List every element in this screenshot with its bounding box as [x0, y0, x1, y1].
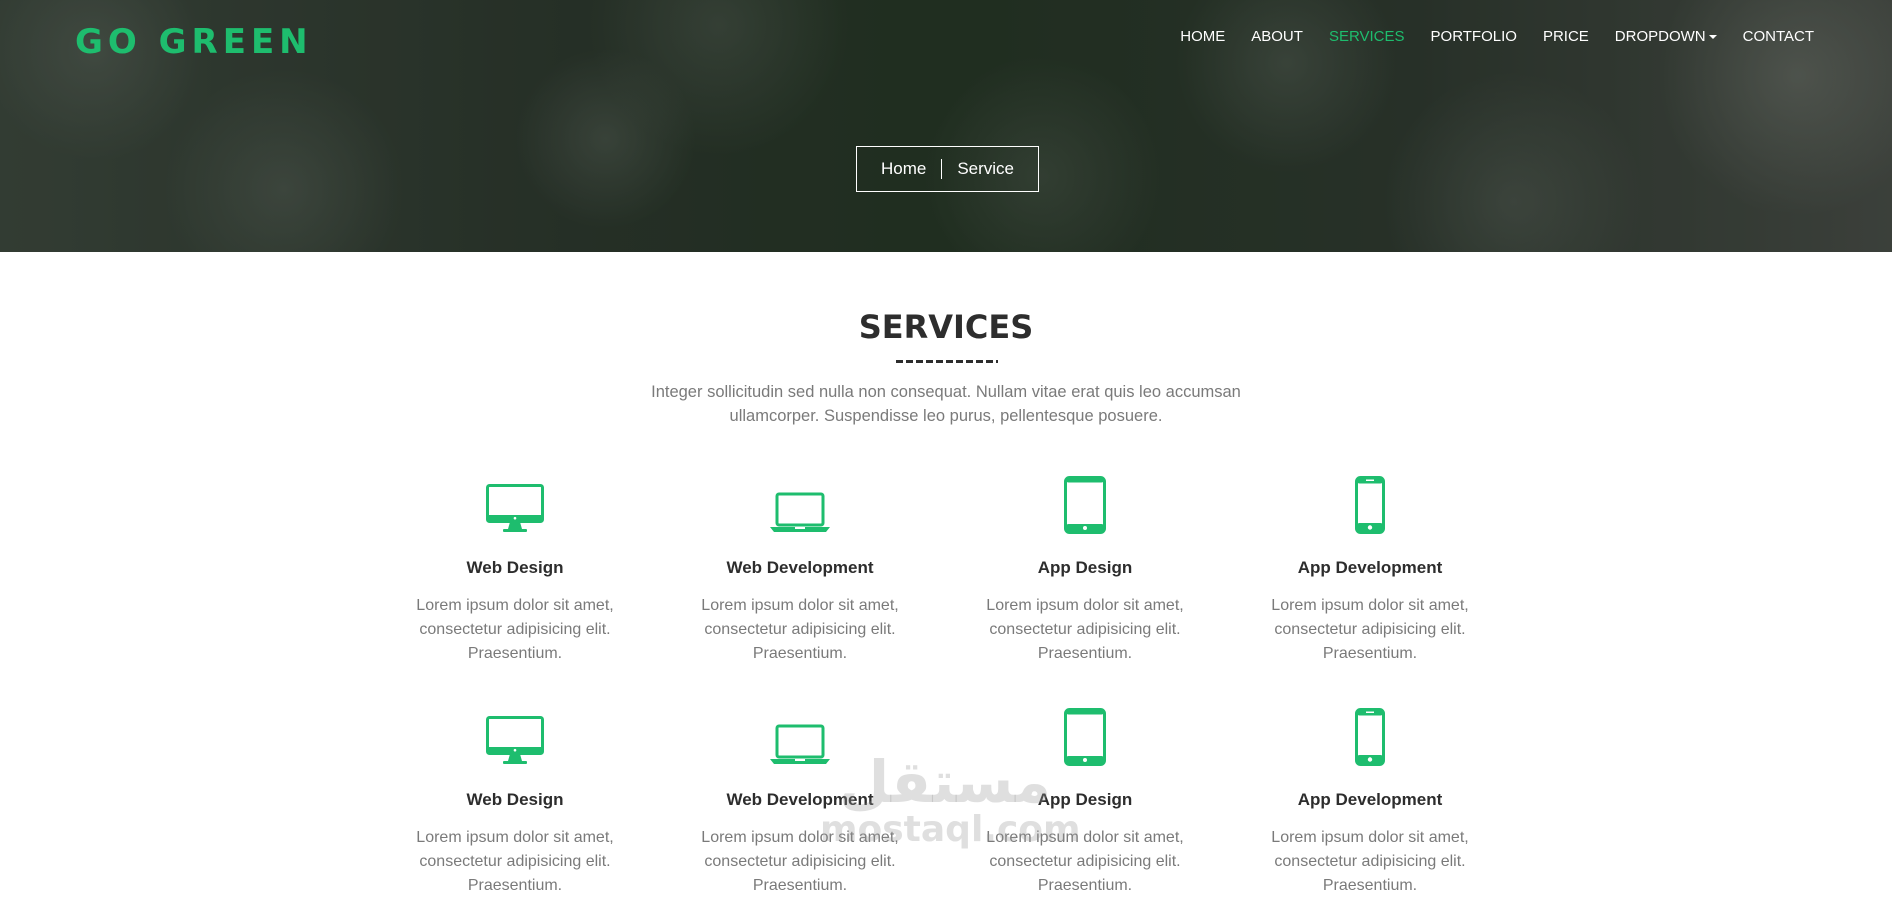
desktop-icon: [395, 706, 635, 766]
service-text: Lorem ipsum dolor sit amet, consectetur …: [1271, 597, 1469, 662]
service-card: App Design Lorem ipsum dolor sit amet, c…: [965, 474, 1205, 666]
service-title: App Design: [1037, 790, 1133, 809]
breadcrumb-current: Service: [957, 159, 1015, 178]
service-title: Web Design: [466, 790, 564, 809]
services-grid: Web Design Lorem ipsum dolor sit amet, c…: [395, 474, 1535, 898]
service-text: Lorem ipsum dolor sit amet, consectetur …: [701, 597, 899, 662]
service-card: App Development Lorem ipsum dolor sit am…: [1250, 474, 1490, 666]
mobile-icon: [1250, 706, 1490, 766]
nav-portfolio[interactable]: PORTFOLIO: [1431, 28, 1517, 45]
nav-home[interactable]: HOME: [1180, 28, 1225, 45]
nav-price[interactable]: PRICE: [1543, 28, 1589, 45]
service-card: Web Development Lorem ipsum dolor sit am…: [680, 706, 920, 898]
section-title: SERVICES: [858, 308, 1034, 346]
service-title: Web Design: [466, 558, 564, 577]
title-underline: [896, 360, 998, 363]
desktop-icon: [395, 474, 635, 534]
nav-about[interactable]: ABOUT: [1251, 28, 1303, 45]
service-text: Lorem ipsum dolor sit amet, consectetur …: [416, 597, 614, 662]
service-card: Web Design Lorem ipsum dolor sit amet, c…: [395, 706, 635, 898]
service-card: App Design Lorem ipsum dolor sit amet, c…: [965, 706, 1205, 898]
nav-services[interactable]: SERVICES: [1329, 28, 1405, 45]
laptop-icon: [680, 706, 920, 766]
caret-down-icon: [1708, 35, 1717, 40]
service-text: Lorem ipsum dolor sit amet, consectetur …: [986, 829, 1184, 894]
service-title: Web Development: [726, 558, 874, 577]
breadcrumb-divider: [941, 159, 943, 179]
service-title: App Development: [1297, 558, 1443, 577]
breadcrumb-home[interactable]: Home: [881, 159, 926, 179]
service-card: Web Development Lorem ipsum dolor sit am…: [680, 474, 920, 666]
tablet-icon: [965, 474, 1205, 534]
service-text: Lorem ipsum dolor sit amet, consectetur …: [986, 597, 1184, 662]
site-logo[interactable]: GO GREEN: [75, 22, 313, 62]
main-nav: HOME ABOUT SERVICES PORTFOLIO PRICE DROP…: [1180, 28, 1814, 45]
tablet-icon: [965, 706, 1205, 766]
service-card: Web Design Lorem ipsum dolor sit amet, c…: [395, 474, 635, 666]
hero-banner: GO GREEN HOME ABOUT SERVICES PORTFOLIO P…: [0, 0, 1892, 252]
breadcrumb: Home Service: [856, 146, 1039, 192]
service-title: App Development: [1297, 790, 1443, 809]
service-text: Lorem ipsum dolor sit amet, consectetur …: [701, 829, 899, 894]
service-title: App Design: [1037, 558, 1133, 577]
section-intro: Integer sollicitudin sed nulla non conse…: [651, 383, 1241, 425]
nav-dropdown-label: DROPDOWN: [1614, 28, 1706, 45]
nav-dropdown[interactable]: DROPDOWN: [1615, 28, 1717, 45]
laptop-icon: [680, 474, 920, 534]
service-text: Lorem ipsum dolor sit amet, consectetur …: [416, 829, 614, 894]
nav-contact[interactable]: CONTACT: [1743, 28, 1814, 45]
service-title: Web Development: [726, 790, 874, 809]
service-text: Lorem ipsum dolor sit amet, consectetur …: [1271, 829, 1469, 894]
service-card: App Development Lorem ipsum dolor sit am…: [1250, 706, 1490, 898]
mobile-icon: [1250, 474, 1490, 534]
